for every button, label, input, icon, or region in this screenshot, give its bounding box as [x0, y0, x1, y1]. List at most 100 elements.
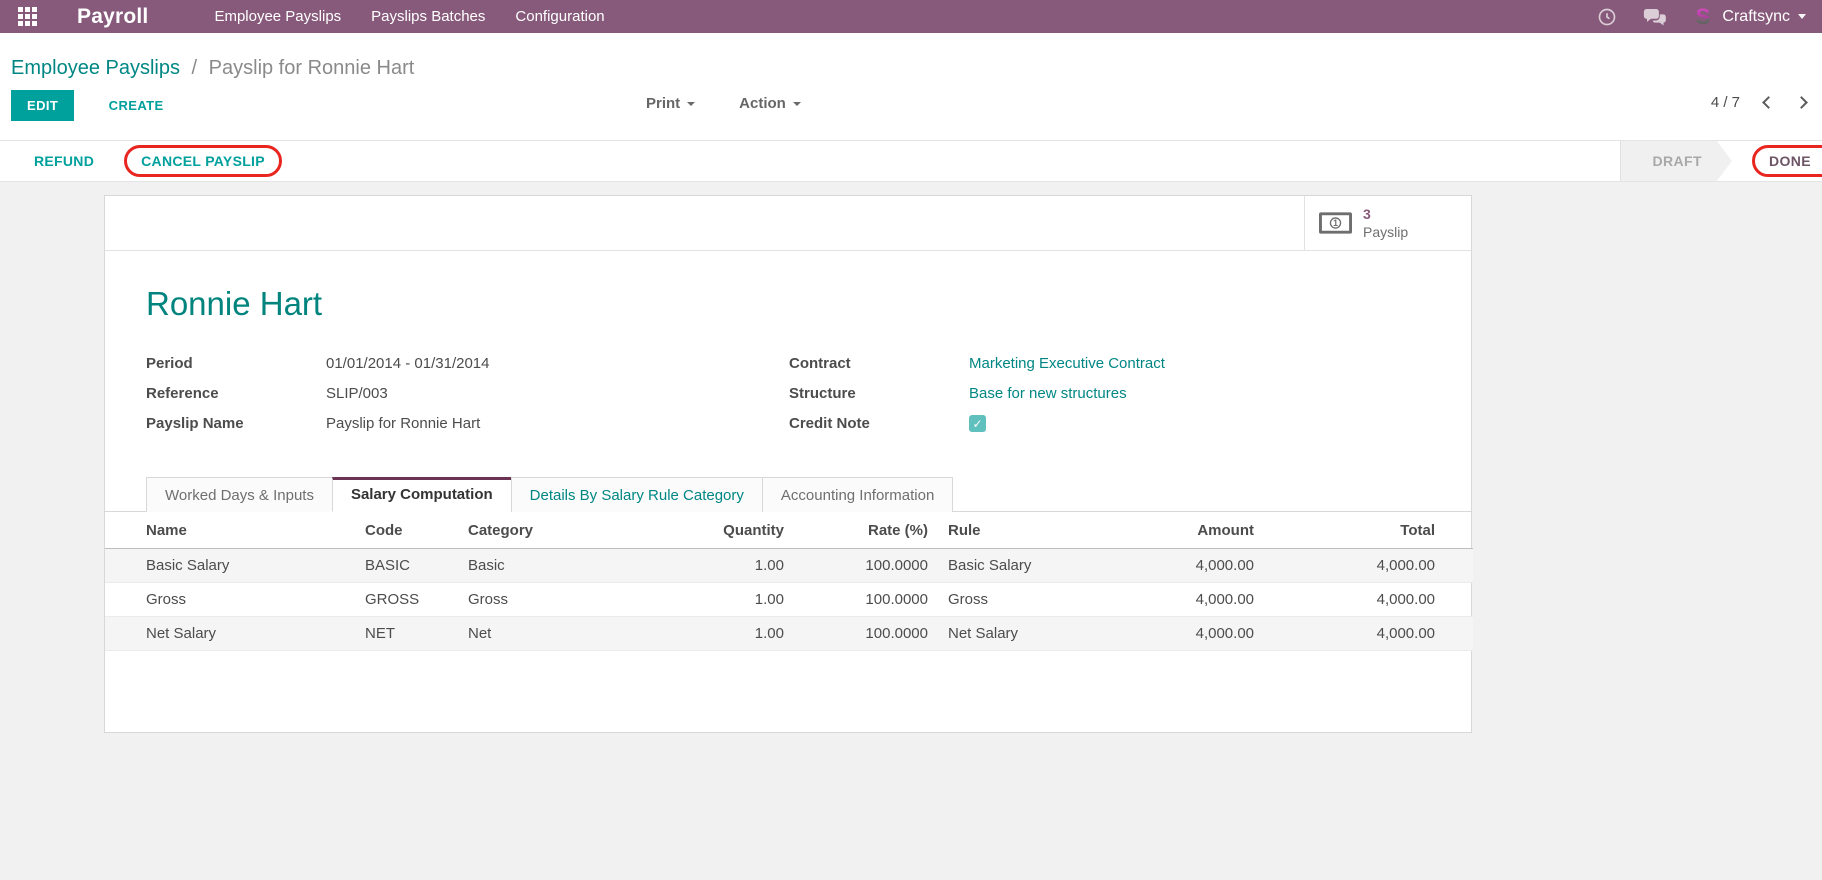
breadcrumb-separator: /	[191, 57, 198, 79]
status-done-label: DONE	[1751, 145, 1822, 177]
col-header-rule: Rule	[938, 512, 1088, 549]
print-dropdown[interactable]: Print	[640, 94, 701, 113]
cell-total: 4,000.00	[1264, 616, 1473, 651]
print-caret-down-icon	[687, 101, 696, 106]
field-structure: Structure Base for new structures	[789, 385, 1431, 402]
tab-worked-days-inputs[interactable]: Worked Days & Inputs	[146, 477, 333, 512]
cell-rule: Net Salary	[938, 616, 1088, 651]
cell-name: Net Salary	[105, 616, 355, 651]
cell-quantity: 1.00	[630, 582, 794, 617]
user-name: Craftsync	[1722, 7, 1790, 25]
action-dropdown[interactable]: Action	[733, 94, 807, 113]
activities-clock-icon[interactable]	[1597, 7, 1617, 27]
cell-rule: Basic Salary	[938, 548, 1088, 583]
structure-link[interactable]: Base for new structures	[969, 385, 1127, 402]
cell-rate: 100.0000	[794, 616, 938, 651]
tab-salary-computation[interactable]: Salary Computation	[331, 477, 512, 512]
page-title: Ronnie Hart	[146, 285, 323, 322]
menu-employee-payslips[interactable]: Employee Payslips	[214, 8, 341, 25]
field-payslip-name: Payslip Name Payslip for Ronnie Hart	[146, 415, 789, 432]
cell-rule: Gross	[938, 582, 1088, 617]
cell-category: Basic	[458, 548, 630, 583]
status-step-done[interactable]: DONE	[1732, 141, 1822, 181]
tab-details-by-salary-rule-category[interactable]: Details By Salary Rule Category	[510, 477, 763, 512]
credit-note-label: Credit Note	[789, 415, 870, 432]
field-reference: Reference SLIP/003	[146, 385, 789, 402]
button-box-strip: 1 3 Payslip	[105, 196, 1471, 251]
reference-value: SLIP/003	[326, 385, 388, 402]
cell-code: GROSS	[355, 582, 458, 617]
edit-button[interactable]: EDIT	[11, 90, 75, 121]
tab-accounting-information[interactable]: Accounting Information	[761, 477, 954, 512]
period-value: 01/01/2014 - 01/31/2014	[326, 355, 490, 372]
table-row[interactable]: Net Salary NET Net 1.00 100.0000 Net Sal…	[105, 616, 1473, 651]
stat-label: Payslip	[1363, 224, 1409, 240]
cell-amount: 4,000.00	[1088, 616, 1264, 651]
table-row[interactable]: Gross GROSS Gross 1.00 100.0000 Gross 4,…	[105, 582, 1473, 617]
status-step-draft[interactable]: DRAFT	[1620, 141, 1732, 181]
action-label: Action	[739, 95, 786, 112]
app-name[interactable]: Payroll	[77, 5, 148, 29]
cell-name: Basic Salary	[105, 548, 355, 583]
pager-value[interactable]: 4 / 7	[1711, 94, 1740, 111]
cell-code: NET	[355, 616, 458, 651]
notebook-tabs: Worked Days & Inputs Salary Computation …	[105, 477, 1471, 512]
field-group: Period 01/01/2014 - 01/31/2014 Reference…	[146, 355, 1431, 445]
statusbar: REFUND CANCEL PAYSLIP DRAFT DONE	[0, 140, 1822, 182]
refund-button[interactable]: REFUND	[28, 152, 100, 170]
payslip-name-label: Payslip Name	[146, 415, 244, 432]
svg-text:1: 1	[1333, 218, 1338, 228]
col-header-total: Total	[1264, 512, 1473, 549]
svg-text:S: S	[1696, 6, 1711, 28]
cancel-payslip-button[interactable]: CANCEL PAYSLIP	[124, 145, 282, 177]
apps-grid-icon[interactable]	[18, 7, 37, 26]
cell-quantity: 1.00	[630, 616, 794, 651]
field-contract: Contract Marketing Executive Contract	[789, 355, 1431, 372]
cell-rate: 100.0000	[794, 548, 938, 583]
breadcrumb: Employee Payslips / Payslip for Ronnie H…	[0, 33, 1822, 90]
table-header-row: Name Code Category Quantity Rate (%) Rul…	[105, 512, 1473, 549]
pager-previous-chevron-icon[interactable]	[1762, 96, 1775, 109]
col-header-quantity: Quantity	[630, 512, 794, 549]
payslip-sheet: 1 3 Payslip Ronnie Hart Period 01/01/201…	[104, 195, 1473, 733]
top-navbar: Payroll Employee Payslips Payslips Batch…	[0, 0, 1822, 33]
credit-note-checkbox[interactable]: ✓	[969, 415, 986, 432]
cell-amount: 4,000.00	[1088, 582, 1264, 617]
stat-count: 3	[1363, 205, 1371, 222]
menu-payslips-batches[interactable]: Payslips Batches	[371, 8, 485, 25]
col-header-code: Code	[355, 512, 458, 549]
salary-computation-table: Name Code Category Quantity Rate (%) Rul…	[105, 512, 1473, 651]
action-caret-down-icon	[792, 101, 801, 106]
reference-label: Reference	[146, 385, 219, 402]
money-icon: 1	[1319, 212, 1352, 234]
structure-label: Structure	[789, 385, 856, 402]
period-label: Period	[146, 355, 193, 372]
contract-label: Contract	[789, 355, 851, 372]
col-header-amount: Amount	[1088, 512, 1264, 549]
field-credit-note: Credit Note ✓	[789, 415, 1431, 432]
pager-next-chevron-icon[interactable]	[1795, 96, 1808, 109]
cell-category: Gross	[458, 582, 630, 617]
table-row[interactable]: Basic Salary BASIC Basic 1.00 100.0000 B…	[105, 548, 1473, 583]
cell-total: 4,000.00	[1264, 582, 1473, 617]
col-header-category: Category	[458, 512, 630, 549]
user-caret-down-icon	[1798, 14, 1806, 19]
payslip-stat-button[interactable]: 1 3 Payslip	[1304, 196, 1471, 250]
create-button[interactable]: CREATE	[103, 97, 170, 114]
breadcrumb-current: Payslip for Ronnie Hart	[208, 57, 415, 79]
cell-code: BASIC	[355, 548, 458, 583]
messages-chat-icon[interactable]	[1643, 7, 1667, 27]
check-icon: ✓	[972, 416, 983, 431]
cell-total: 4,000.00	[1264, 548, 1473, 583]
form-view-background: 1 3 Payslip Ronnie Hart Period 01/01/201…	[0, 182, 1822, 880]
print-label: Print	[646, 95, 681, 112]
field-period: Period 01/01/2014 - 01/31/2014	[146, 355, 789, 372]
payslip-name-value: Payslip for Ronnie Hart	[326, 415, 481, 432]
user-menu[interactable]: S Craftsync	[1692, 6, 1806, 28]
col-header-name: Name	[105, 512, 355, 549]
col-header-rate: Rate (%)	[794, 512, 938, 549]
contract-link[interactable]: Marketing Executive Contract	[969, 355, 1165, 372]
cell-rate: 100.0000	[794, 582, 938, 617]
breadcrumb-parent[interactable]: Employee Payslips	[11, 57, 180, 79]
menu-configuration[interactable]: Configuration	[515, 8, 604, 25]
